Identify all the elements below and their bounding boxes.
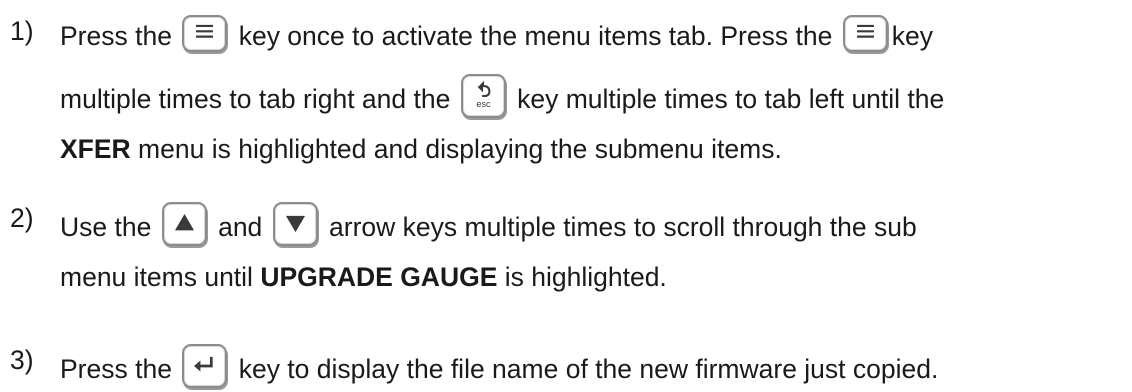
step-3-number: 3): [10, 345, 34, 375]
step-1-number: 1): [10, 16, 34, 46]
menu-key-icon: [842, 15, 888, 52]
step-1-text-2: key once to activate the menu items tab.…: [238, 21, 833, 51]
step-1-bold-xfer: XFER: [60, 134, 131, 164]
step-2-text-4: menu items until: [60, 262, 261, 292]
step-1-line-2: multiple times to tab right and the esc …: [60, 74, 944, 118]
step-2-line-2: menu items until UPGRADE GAUGE is highli…: [60, 261, 667, 293]
down-arrow-key-icon: [272, 202, 318, 246]
step-2-bold-upgrade-gauge: UPGRADE GAUGE: [260, 262, 498, 292]
step-3-text-2: key to display the file name of the new …: [238, 354, 939, 384]
step-2-text-3: arrow keys multiple times to scroll thro…: [329, 212, 917, 242]
step-1-text-1: Press the: [60, 21, 172, 51]
step-1-text-4: multiple times to tab right and the: [60, 84, 451, 114]
step-2-number: 2): [10, 203, 34, 233]
step-2-text-2: and: [218, 212, 263, 242]
esc-key-label: esc: [476, 99, 491, 109]
up-arrow-key-icon: [161, 202, 207, 246]
step-3-text-1: Press the: [60, 354, 172, 384]
esc-back-key-icon: esc: [460, 74, 506, 118]
step-1-text-6: menu is highlighted and displaying the s…: [130, 134, 782, 164]
step-2-text-1: Use the: [60, 212, 152, 242]
menu-key-icon: [182, 15, 228, 52]
step-2-text-5: is highlighted.: [497, 262, 667, 292]
step-1-text-5: key multiple times to tab left until the: [517, 84, 945, 114]
step-1-text-3: key: [891, 21, 933, 51]
step-1-line-3: XFER menu is highlighted and displaying …: [60, 133, 782, 165]
enter-key-icon: [182, 344, 228, 388]
